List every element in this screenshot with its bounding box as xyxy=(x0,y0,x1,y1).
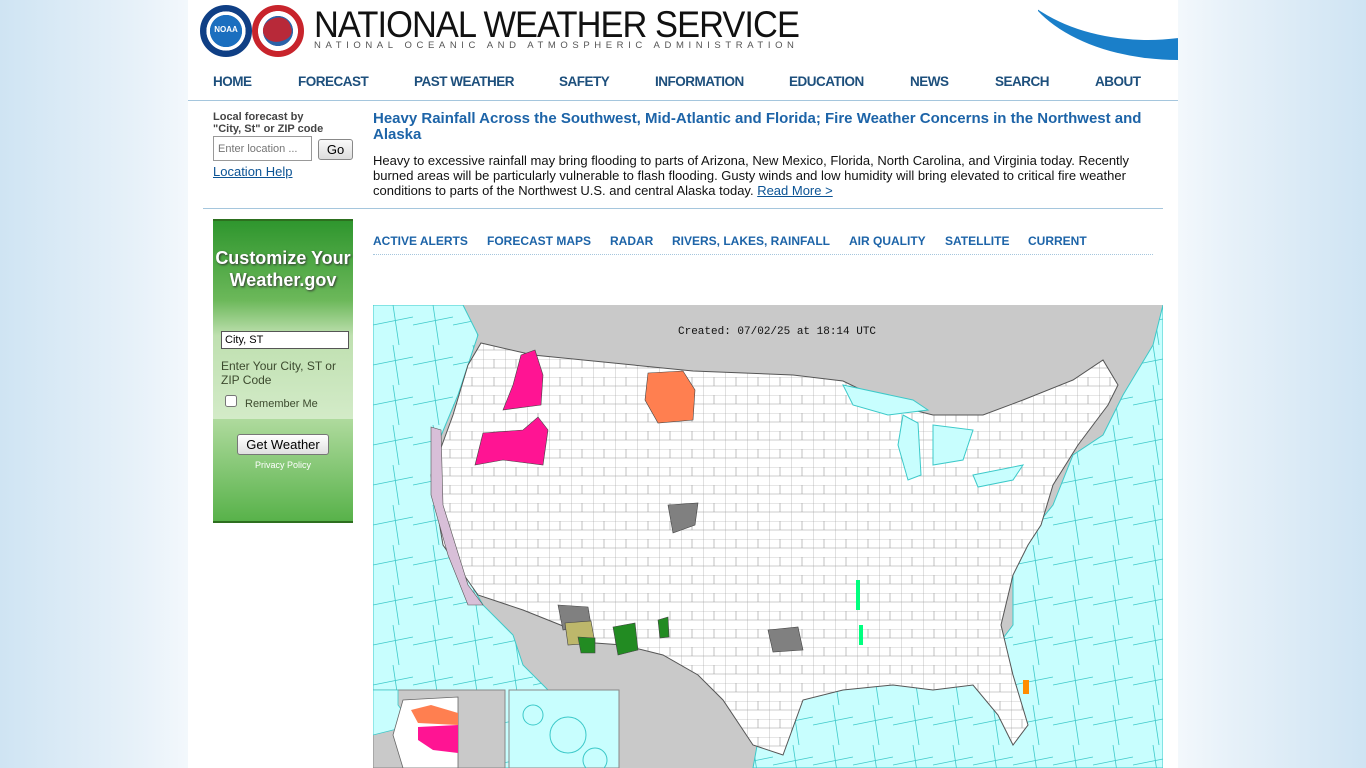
customize-hint: Enter Your City, ST or ZIP Code xyxy=(221,359,336,387)
news-body: Heavy to excessive rainfall may bring fl… xyxy=(373,153,1130,198)
map-created-timestamp: Created: 07/02/25 at 18:14 UTC xyxy=(678,326,877,338)
nws-logo-icon[interactable] xyxy=(252,5,304,57)
customize-weather-box: Customize Your Weather.gov Enter Your Ci… xyxy=(213,219,353,523)
customize-location-input[interactable] xyxy=(221,331,349,349)
remember-me-checkbox[interactable] xyxy=(225,395,237,407)
alerts-map-graphic[interactable] xyxy=(373,305,1163,768)
page: NOAA NATIONAL WEATHER SERVICE NATIONAL O… xyxy=(188,0,1178,768)
local-forecast-label-line2: "City, St" or ZIP code xyxy=(213,123,324,135)
local-forecast-label-line1: Local forecast by xyxy=(213,111,304,123)
tab-underline xyxy=(373,254,1153,255)
nav-news[interactable]: NEWS xyxy=(910,74,949,89)
tab-air-quality[interactable]: AIR QUALITY xyxy=(849,234,926,248)
tab-active-alerts[interactable]: ACTIVE ALERTS xyxy=(373,234,468,248)
news-story: Heavy to excessive rainfall may bring fl… xyxy=(373,153,1153,198)
tab-current[interactable]: CURRENT xyxy=(1028,234,1087,248)
nav-education[interactable]: EDUCATION xyxy=(789,74,864,89)
local-forecast-label: Local forecast by "City, St" or ZIP code xyxy=(213,111,323,135)
flash-flood-warning-nm2[interactable] xyxy=(657,616,670,639)
location-search-input[interactable] xyxy=(213,136,312,161)
site-subtitle: NATIONAL OCEANIC AND ATMOSPHERIC ADMINIS… xyxy=(314,40,799,51)
advisory-fl[interactable] xyxy=(1023,680,1029,694)
nav-forecast[interactable]: FORECAST xyxy=(298,74,369,89)
nav-information[interactable]: INFORMATION xyxy=(655,74,744,89)
location-go-button[interactable]: Go xyxy=(318,139,353,160)
divider xyxy=(203,208,1163,209)
flash-flood-warning-az[interactable] xyxy=(577,636,596,654)
news-headline[interactable]: Heavy Rainfall Across the Southwest, Mid… xyxy=(373,111,1143,143)
header-swoosh: ⚙ xyxy=(1038,0,1178,60)
nav-search[interactable]: SEARCH xyxy=(995,74,1050,89)
tab-satellite[interactable]: SATELLITE xyxy=(945,234,1009,248)
tab-radar[interactable]: RADAR xyxy=(610,234,653,248)
nav-past-weather[interactable]: PAST WEATHER xyxy=(414,74,515,89)
get-weather-button[interactable]: Get Weather xyxy=(237,434,329,455)
tab-forecast-maps[interactable]: FORECAST MAPS xyxy=(487,234,591,248)
alerts-map[interactable]: Created: 07/02/25 at 18:14 UTC xyxy=(373,305,1163,768)
commerce-seal-icon[interactable]: ⚙ xyxy=(1146,8,1172,34)
tab-rivers-lakes-rainfall[interactable]: RIVERS, LAKES, RAINFALL xyxy=(672,234,830,248)
nav-safety[interactable]: SAFETY xyxy=(559,74,610,89)
location-help-link[interactable]: Location Help xyxy=(213,164,293,179)
privacy-policy-link[interactable]: Privacy Policy xyxy=(213,460,353,470)
noaa-logo-text: NOAA xyxy=(214,25,238,34)
noaa-logo-icon[interactable]: NOAA xyxy=(200,5,252,57)
flood-advisory-ar[interactable] xyxy=(856,580,860,610)
customize-title: Customize Your Weather.gov xyxy=(215,248,351,290)
advisory-tx[interactable] xyxy=(767,626,804,653)
hawaii-inset[interactable] xyxy=(508,689,620,768)
remember-me-label[interactable]: Remember Me xyxy=(245,398,318,410)
nav-about[interactable]: ABOUT xyxy=(1095,74,1141,89)
site-header: NOAA NATIONAL WEATHER SERVICE NATIONAL O… xyxy=(188,0,1178,60)
flood-advisory-la[interactable] xyxy=(859,625,863,645)
read-more-link[interactable]: Read More > xyxy=(757,183,833,198)
nav-home[interactable]: HOME xyxy=(213,74,252,89)
